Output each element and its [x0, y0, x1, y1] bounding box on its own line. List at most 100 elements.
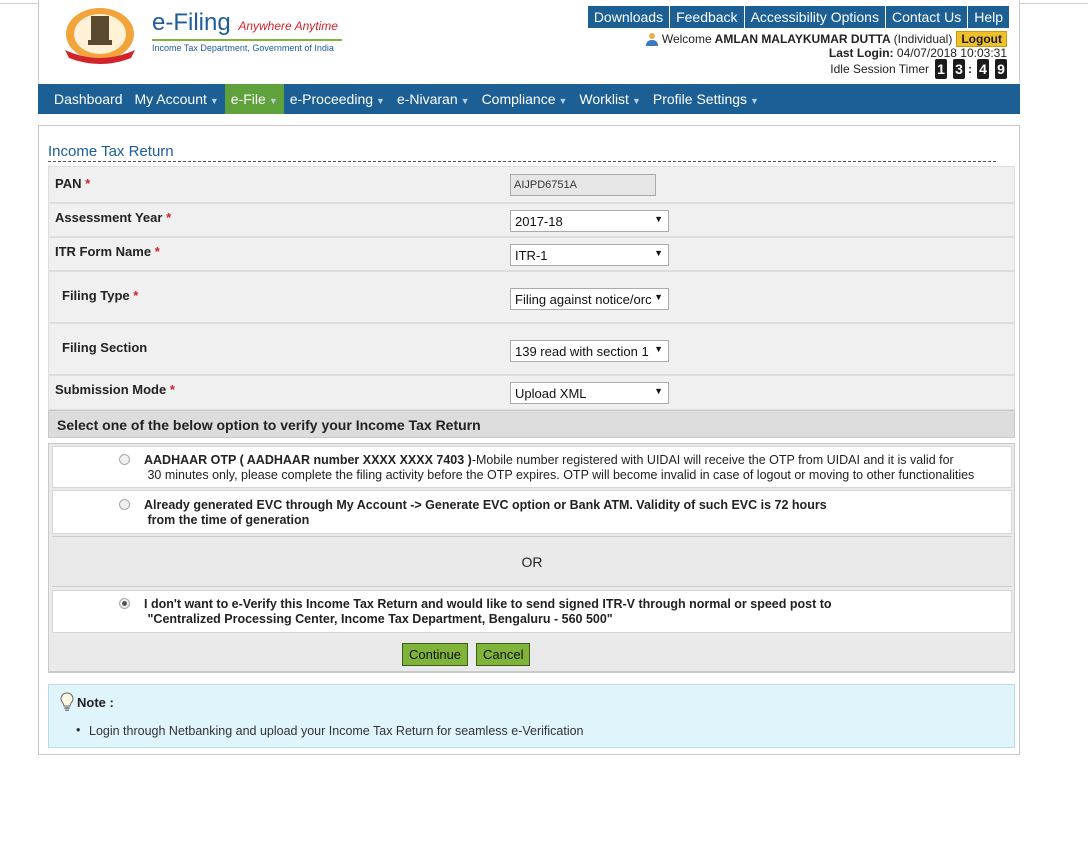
aadhaar-otp-rest: -Mobile number registered with UIDAI wil… [471, 453, 954, 467]
aadhaar-otp-text: AADHAAR OTP ( AADHAAR number XXXX XXXX 7… [144, 453, 974, 483]
verify-option-heading: Select one of the below option to verify… [48, 410, 1015, 438]
title-divider [48, 161, 996, 162]
filing-type-label: Filing Type [62, 288, 130, 303]
aadhaar-otp-option[interactable]: AADHAAR OTP ( AADHAAR number XXXX XXXX 7… [52, 446, 1012, 488]
last-login-label: Last Login: [828, 46, 894, 60]
chevron-down-icon: ▼ [750, 96, 759, 106]
last-login-value: 04/07/2018 10:03:31 [896, 46, 1007, 60]
site-header: e-Filing Anywhere Anytime Income Tax Dep… [38, 0, 1020, 83]
income-tax-logo-icon [65, 8, 135, 64]
assessment-year-label: Assessment Year [55, 210, 163, 225]
feedback-link[interactable]: Feedback [670, 6, 745, 28]
required-mark: * [169, 382, 175, 397]
continue-button[interactable]: Continue [402, 643, 469, 666]
chevron-down-icon: ▼ [209, 96, 219, 106]
dropdown-arrow-icon: ▼ [654, 344, 663, 354]
timer-digit: 4 [977, 59, 989, 79]
filing-section-select[interactable]: 139 read with section 1 ▼ [510, 340, 669, 362]
aadhaar-otp-line2: 30 minutes only, please complete the fil… [147, 468, 975, 482]
nav-e-proceeding-label: e-Proceeding [289, 91, 374, 107]
aadhaar-otp-bold: AADHAAR OTP ( AADHAAR number XXXX XXXX 7… [144, 453, 472, 467]
downloads-link[interactable]: Downloads [588, 6, 671, 28]
help-link[interactable]: Help [968, 6, 1009, 28]
dropdown-arrow-icon: ▼ [654, 248, 663, 258]
chevron-down-icon: ▼ [631, 96, 641, 106]
dropdown-arrow-icon: ▼ [654, 292, 663, 302]
brand-divider [152, 39, 342, 41]
nav-e-proceeding[interactable]: e-Proceeding ▼ [284, 84, 391, 114]
required-mark: * [166, 210, 172, 225]
evc-option[interactable]: Already generated EVC through My Account… [52, 490, 1012, 534]
nav-my-account-label: My Account [134, 91, 207, 107]
last-login: Last Login: 04/07/2018 10:03:31 [829, 46, 1007, 60]
evc-line1: Already generated EVC through My Account… [144, 498, 827, 512]
filing-type-select[interactable]: Filing against notice/orc ▼ [510, 288, 669, 310]
nav-dashboard[interactable]: Dashboard [48, 84, 129, 114]
or-divider: OR [52, 536, 1012, 587]
submission-mode-value: Upload XML [515, 386, 587, 401]
chevron-down-icon: ▼ [376, 96, 385, 106]
contact-us-link[interactable]: Contact Us [886, 6, 969, 28]
submission-mode-row: Submission Mode * Upload XML ▼ [48, 375, 1015, 410]
nav-dashboard-label: Dashboard [54, 91, 123, 107]
nav-compliance-label: Compliance [481, 91, 556, 107]
evc-text: Already generated EVC through My Account… [144, 498, 827, 528]
required-mark: * [154, 244, 160, 259]
main-nav: Dashboard My Account ▼ e-File ▼ e-Proceedi… [38, 84, 1020, 114]
timer-digit: 1 [935, 59, 947, 79]
brand-subtitle: Income Tax Department, Government of Ind… [152, 43, 334, 53]
assessment-year-value: 2017-18 [515, 214, 563, 229]
timer-digit: 9 [995, 59, 1007, 79]
nav-compliance[interactable]: Compliance ▼ [476, 84, 574, 114]
aadhaar-otp-radio[interactable] [119, 454, 130, 465]
main-panel: Income Tax Return PAN * AIJPD6751A Asses… [38, 125, 1020, 755]
nav-worklist-label: Worklist [579, 91, 629, 107]
filing-section-value: 139 read with section 1 [515, 344, 649, 359]
logout-button[interactable]: Logout [956, 31, 1007, 47]
pan-field: AIJPD6751A [510, 174, 656, 196]
dropdown-arrow-icon: ▼ [654, 214, 663, 224]
timer-colon: : [968, 62, 972, 76]
itrv-text: I don't want to e-Verify this Income Tax… [144, 597, 832, 627]
note-box: Note : Login through Netbanking and uplo… [48, 684, 1015, 748]
user-type: (Individual) [893, 32, 953, 46]
itrv-line2: "Centralized Processing Center, Income T… [147, 612, 613, 626]
itrv-line1: I don't want to e-Verify this Income Tax… [144, 597, 832, 611]
welcome-prefix: Welcome [661, 32, 712, 46]
top-links: Downloads Feedback Accessibility Options… [587, 6, 1009, 28]
lightbulb-icon [60, 692, 74, 711]
note-item: Login through Netbanking and upload your… [76, 723, 584, 738]
chevron-down-icon: ▼ [268, 96, 278, 106]
chevron-down-icon: ▼ [558, 96, 568, 106]
submission-mode-select[interactable]: Upload XML ▼ [510, 382, 669, 404]
nav-e-nivaran[interactable]: e-Nivaran ▼ [391, 84, 476, 114]
itrv-option[interactable]: I don't want to e-Verify this Income Tax… [52, 590, 1012, 633]
pan-label: PAN [55, 176, 82, 191]
nav-worklist[interactable]: Worklist ▼ [573, 84, 646, 114]
brand: e-Filing Anywhere Anytime [152, 9, 338, 37]
form-actions: Continue Cancel [48, 634, 1015, 672]
filing-section-label: Filing Section [62, 340, 148, 355]
brand-tagline: Anywhere Anytime [238, 19, 338, 33]
nav-my-account[interactable]: My Account ▼ [129, 84, 225, 114]
evc-radio[interactable] [119, 499, 130, 510]
assessment-year-select[interactable]: 2017-18 ▼ [510, 210, 669, 232]
chevron-down-icon: ▼ [460, 96, 470, 106]
nav-profile-settings[interactable]: Profile Settings ▼ [647, 84, 765, 114]
nav-profile-settings-label: Profile Settings [652, 91, 748, 107]
nav-e-file-label: e-File [230, 91, 266, 107]
pan-row: PAN * AIJPD6751A [48, 166, 1015, 203]
accessibility-options-link[interactable]: Accessibility Options [745, 6, 886, 28]
evc-line2: from the time of generation [147, 513, 310, 527]
itr-form-row: ITR Form Name * ITR-1 ▼ [48, 237, 1015, 271]
itrv-radio[interactable] [119, 598, 130, 609]
assessment-year-row: Assessment Year * 2017-18 ▼ [48, 203, 1015, 237]
nav-e-nivaran-label: e-Nivaran [396, 91, 458, 107]
itr-form-select[interactable]: ITR-1 ▼ [510, 244, 669, 266]
user-icon [645, 33, 658, 46]
brand-name: e-Filing [152, 9, 231, 36]
itr-form-value: ITR-1 [515, 248, 548, 263]
nav-e-file[interactable]: e-File ▼ [224, 84, 284, 114]
user-name: AMLAN MALAYKUMAR DUTTA [714, 32, 891, 46]
cancel-button[interactable]: Cancel [476, 643, 531, 666]
